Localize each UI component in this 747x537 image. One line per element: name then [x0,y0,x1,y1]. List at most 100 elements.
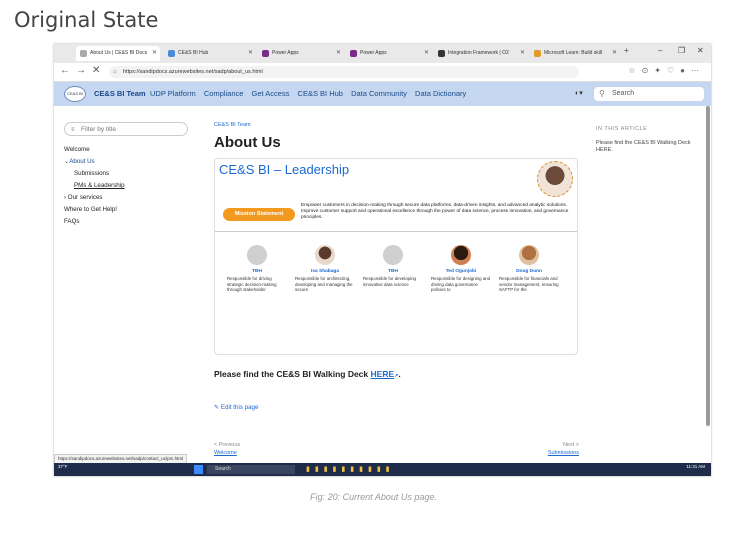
system-tray[interactable]: 11:31 AM [686,464,705,470]
filter-icon: ≡ [71,127,75,133]
leader-name: Isa Shabaga [311,269,339,274]
leadership-slide-image: CE&S BI – Leadership Mission Statement E… [214,158,578,355]
slide-title: CE&S BI – Leadership [219,162,350,177]
browser-tab[interactable]: CE&S BI Hub ✕ [164,46,256,61]
screenshot-frame: About Us | CE&S BI Docs ✕ CE&S BI Hub ✕ … [54,44,711,476]
close-icon[interactable]: ✕ [612,46,617,61]
mission-statement-badge: Mission Statement [223,208,295,221]
avatar [383,245,403,265]
restore-icon[interactable]: ❐ [678,46,685,55]
browser-toolbar-icons[interactable]: ☆⊙✦♡●⋯ [628,66,705,75]
main-content: CE&S BI Team About Us CE&S BI – Leadersh… [214,122,579,411]
search-icon: ⚲ [599,89,605,98]
tab-favicon-icon [534,50,541,57]
new-tab-button[interactable]: + [624,46,629,55]
close-icon[interactable]: ✕ [424,46,429,61]
tab-favicon-icon [80,50,87,57]
divider [215,231,577,232]
address-bar-row: ← → ✕ ⌂ https://sandipdocs.azurewebsites… [54,63,711,82]
browser-tab[interactable]: About Us | CE&S BI Docs ✕ [76,46,160,61]
next-label: Next > [562,442,579,448]
browser-tab-bar: About Us | CE&S BI Docs ✕ CE&S BI Hub ✕ … [54,44,711,63]
mission-text: Empower customers in decision-making thr… [301,203,569,220]
sidebar-item-about-us[interactable]: ⌄About Us [64,156,214,168]
leader-name: TBH [388,269,398,274]
breadcrumb[interactable]: CE&S BI Team [214,122,579,128]
leader-card: TBH Responsible for developing innovativ… [363,245,423,292]
edit-icon: ✎ [214,404,220,411]
tab-favicon-icon [438,50,445,57]
leader-role: Responsible for designing and driving da… [431,276,491,292]
theme-toggle-icon[interactable]: ◐▾ [575,89,583,97]
browser-tab[interactable]: Power Apps ✕ [258,46,344,61]
leader-role: Responsible for developing innovative da… [363,276,416,287]
leader-card: Ted Ogunjobi Responsible for designing a… [431,245,491,292]
walking-deck-text: Please find the CE&S BI Walking Deck HER… [214,369,401,379]
leader-name: Ted Ogunjobi [445,269,477,274]
scrollbar[interactable] [706,106,710,426]
sidebar-item-pms-leadership[interactable]: PMs & Leadership [64,180,214,192]
minimize-icon[interactable]: – [658,46,662,55]
page-heading: Original State [14,8,159,32]
sidebar-item-where-to-get-help[interactable]: Where to Get Help! [64,204,214,216]
next-link[interactable]: Submissions [548,450,579,456]
leader-name: TBH [252,269,262,274]
nav-link[interactable]: UDP Platform [150,89,196,98]
site-title[interactable]: CE&S BI Team [94,89,146,98]
forward-icon[interactable]: → [76,65,86,76]
leader-role: Responsible for architecting, developing… [295,276,353,292]
previous-label: < Previous [214,442,241,448]
close-icon[interactable]: ✕ [336,46,341,61]
walking-deck-link[interactable]: HERE [371,369,395,379]
avatar [247,245,267,265]
stop-icon[interactable]: ✕ [92,65,100,76]
tab-favicon-icon [350,50,357,57]
start-button[interactable] [194,465,203,474]
back-icon[interactable]: ← [60,65,70,76]
url-field[interactable]: ⌂ https://sandipdocs.azurewebsites.net/s… [109,66,579,78]
nav-link[interactable]: Compliance [204,89,244,98]
tab-favicon-icon [168,50,175,57]
sidebar-item-our-services[interactable]: › Our services [64,192,214,204]
taskbar-search[interactable]: Search [207,465,295,474]
leader-role: Responsible for financials and vendor ma… [499,276,559,292]
page-title: About Us [214,134,281,151]
previous-link[interactable]: Welcome [214,450,237,456]
site-nav: UDP Platform Compliance Get Access CE&S … [150,89,472,98]
nav-link[interactable]: Data Dictionary [415,89,466,98]
lock-icon: ⌂ [113,69,117,75]
in-this-article: IN THIS ARTICLE Please find the CE&S BI … [596,126,696,154]
avatar [519,245,539,265]
browser-tab[interactable]: Integration Framework | O2 ✕ [434,46,528,61]
sidebar-item-faqs[interactable]: FAQs [64,216,214,228]
filter-input[interactable]: ≡ Filter by title [64,122,188,136]
toc-item[interactable]: Please find the CE&S BI Walking Deck HER… [596,140,696,154]
leader-card: Isa Shabaga Responsible for architecting… [295,245,355,292]
site-logo[interactable]: CE&S BI [64,86,86,102]
nav-link[interactable]: Data Community [351,89,407,98]
browser-tab[interactable]: Microsoft Learn: Build skill ✕ [530,46,620,61]
leader-photo [537,161,573,197]
close-icon[interactable]: ✕ [152,46,157,61]
browser-tab[interactable]: Power Apps ✕ [346,46,432,61]
site-header: CE&S BI CE&S BI Team UDP Platform Compli… [54,82,711,106]
windows-taskbar: 37°F Search ▮▮▮▮▮▮▮▮▮▮ 11:31 AM [54,463,711,476]
leader-role: Responsible for driving strategic decisi… [227,276,277,292]
toc-heading: IN THIS ARTICLE [596,126,648,132]
close-icon[interactable]: ✕ [520,46,525,61]
weather-widget[interactable]: 37°F [58,464,68,469]
close-icon[interactable]: ✕ [248,46,253,61]
taskbar-app-icons[interactable]: ▮▮▮▮▮▮▮▮▮▮ [306,465,395,473]
site-search-input[interactable]: ⚲ Search [594,87,704,101]
sidebar: ≡ Filter by title Welcome ⌄About Us Subm… [64,122,214,228]
nav-link[interactable]: CE&S BI Hub [298,89,343,98]
close-window-icon[interactable]: ✕ [697,46,704,55]
avatar [451,245,471,265]
leader-name: Doug Dunn [516,269,542,274]
sidebar-item-welcome[interactable]: Welcome [64,144,214,156]
leader-card: TBH Responsible for driving strategic de… [227,245,287,292]
edit-page-link[interactable]: ✎ Edit this page [214,404,258,411]
tab-favicon-icon [262,50,269,57]
sidebar-item-submissions[interactable]: Submissions [64,168,214,180]
nav-link[interactable]: Get Access [252,89,290,98]
